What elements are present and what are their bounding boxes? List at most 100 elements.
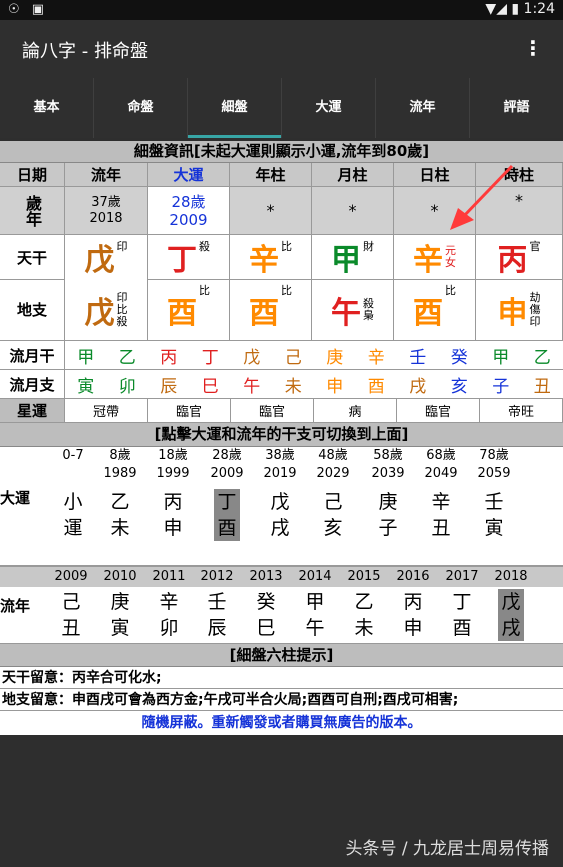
- liunian-column[interactable]: 2018 戊戌: [488, 567, 534, 641]
- liunian-year: 2018: [494, 569, 528, 584]
- dayun-column[interactable]: 18歲 1999 丙申: [150, 447, 196, 541]
- tab-dayun[interactable]: 大運: [282, 78, 376, 138]
- dayun-column[interactable]: 58歲 2039 庚子: [365, 447, 411, 541]
- lym_zhi-char[interactable]: 申: [314, 370, 356, 398]
- dayun-year: 2049: [424, 466, 458, 481]
- tiangan-cell[interactable]: 甲財: [312, 235, 394, 280]
- tab-chart[interactable]: 命盤: [94, 78, 188, 138]
- tiangan-cell[interactable]: 辛比: [230, 235, 312, 280]
- dizhi-cell[interactable]: 戊印比殺: [65, 279, 148, 341]
- lym_gan-char[interactable]: 辛: [356, 341, 398, 369]
- xingyun-cell: 冠帶: [65, 399, 148, 422]
- liunian-gan: 乙: [354, 591, 374, 613]
- liunian-column[interactable]: 2010 庚寅: [97, 567, 143, 641]
- dayun-pillar: 丙申: [160, 489, 186, 541]
- liunian-column[interactable]: 2009 己丑: [48, 567, 94, 641]
- tiangan-cell[interactable]: 丁殺: [148, 235, 230, 280]
- dayun-column[interactable]: 78歲 2059 壬寅: [471, 447, 517, 541]
- lym_zhi-char[interactable]: 辰: [148, 370, 190, 398]
- header-date: 日期: [0, 163, 65, 187]
- liunian-pillar: 甲午: [302, 589, 328, 641]
- liunian-column[interactable]: 2013 癸巳: [243, 567, 289, 641]
- tiangan-cell[interactable]: 戊印: [65, 235, 148, 280]
- ad-banner[interactable]: 隨機屏蔽。重新觸發或者購買無廣告的版本。: [0, 711, 563, 735]
- dizhi-shishen-char: 比: [116, 302, 128, 316]
- dayun-year: 2039: [371, 466, 405, 481]
- tab-liunian[interactable]: 流年: [376, 78, 470, 138]
- dizhi-cell[interactable]: 午殺梟: [312, 279, 394, 341]
- dayun-column[interactable]: 68歲 2049 辛丑: [418, 447, 464, 541]
- lym_gan-char[interactable]: 丙: [148, 341, 190, 369]
- liunian-year: 2014: [298, 569, 332, 584]
- dizhi-shishen-char: 梟: [363, 308, 374, 322]
- liunian-column[interactable]: 2016 丙申: [390, 567, 436, 641]
- dayun-zhi: 戌: [270, 517, 290, 539]
- info-title: 細盤資訊[未起大運則顯示小運,流年到80歲]: [0, 141, 563, 163]
- dayun-pillar: 小運: [60, 489, 86, 541]
- tiangan-tip: 天干留意：丙辛合可化水;: [0, 667, 563, 689]
- lym_gan-char[interactable]: 庚: [314, 341, 356, 369]
- dizhi-cell[interactable]: 酉比: [148, 279, 230, 341]
- dayun-pillar: 戊戌: [267, 489, 293, 541]
- dayun-column[interactable]: 8歲 1989 乙未: [97, 447, 143, 541]
- lym_zhi-char[interactable]: 亥: [439, 370, 481, 398]
- tab-basic[interactable]: 基本: [0, 78, 94, 138]
- dayun-year: 2009: [169, 210, 208, 229]
- tips-title: [細盤六柱提示]: [0, 644, 563, 667]
- dayun-year: 2009: [210, 466, 244, 481]
- dizhi-char: 午: [331, 295, 361, 331]
- status-icons-left: ☉ ▣: [8, 2, 49, 17]
- lym_gan-char[interactable]: 壬: [397, 341, 439, 369]
- status-icons-right: ▼◢ ▮ 1:24: [485, 1, 555, 17]
- lym_zhi-char[interactable]: 午: [231, 370, 273, 398]
- tiangan-cell[interactable]: 丙官: [476, 235, 563, 280]
- tiangan-cell[interactable]: 辛元女: [394, 235, 476, 280]
- liunian-column[interactable]: 2011 辛卯: [146, 567, 192, 641]
- dayun-age: 68歲: [426, 448, 456, 463]
- lym_gan-char[interactable]: 乙: [522, 341, 563, 369]
- dizhi-cell[interactable]: 申劫傷印: [476, 279, 563, 341]
- dayun-column[interactable]: 0-7 小運: [50, 447, 96, 541]
- liunian-gan: 壬: [207, 591, 227, 613]
- lym_gan-char[interactable]: 甲: [65, 341, 107, 369]
- dayun-age: 78歲: [479, 448, 509, 463]
- dayun-age-cell[interactable]: 28歲 2009: [148, 187, 230, 235]
- lym_zhi-char[interactable]: 卯: [107, 370, 149, 398]
- liuyue-zhi-label: 流月支: [0, 370, 65, 398]
- lym_zhi-char[interactable]: 寅: [65, 370, 107, 398]
- dayun-year: 2029: [316, 466, 350, 481]
- dayun-column[interactable]: 48歲 2029 己亥: [310, 447, 356, 541]
- lym_zhi-char[interactable]: 丑: [522, 370, 563, 398]
- lym_gan-char[interactable]: 癸: [439, 341, 481, 369]
- dayun-column[interactable]: 38歲 2019 戊戌: [257, 447, 303, 541]
- tab-review[interactable]: 評語: [470, 78, 563, 138]
- lym_zhi-char[interactable]: 酉: [356, 370, 398, 398]
- liunian-column[interactable]: 2017 丁酉: [439, 567, 485, 641]
- lym_gan-char[interactable]: 戊: [231, 341, 273, 369]
- lym_zhi-char[interactable]: 巳: [190, 370, 232, 398]
- overflow-menu-icon[interactable]: ⋮: [523, 36, 543, 60]
- liunian-column[interactable]: 2012 壬辰: [194, 567, 240, 641]
- liunian-age-cell[interactable]: 37歲 2018: [65, 187, 148, 235]
- dayun-year: 2019: [263, 466, 297, 481]
- tab-detail[interactable]: 細盤: [188, 78, 282, 138]
- dizhi-char: 申: [497, 295, 528, 331]
- lym_gan-char[interactable]: 己: [273, 341, 315, 369]
- dizhi-char: 酉: [249, 295, 279, 331]
- liunian-column[interactable]: 2015 乙未: [341, 567, 387, 641]
- lym_zhi-char[interactable]: 戌: [397, 370, 439, 398]
- status-bar: ☉ ▣ ▼◢ ▮ 1:24: [0, 0, 563, 20]
- liunian-zhi: 寅: [110, 617, 130, 639]
- lym_gan-char[interactable]: 丁: [190, 341, 232, 369]
- xingyun-cell: 病: [314, 399, 397, 422]
- dizhi-cell[interactable]: 酉比: [394, 279, 476, 341]
- lym_gan-char[interactable]: 甲: [480, 341, 522, 369]
- lym_zhi-char[interactable]: 未: [273, 370, 315, 398]
- dizhi-shishen: 比: [199, 284, 210, 297]
- dayun-pillar: 庚子: [375, 489, 401, 541]
- liunian-column[interactable]: 2014 甲午: [292, 567, 338, 641]
- lym_zhi-char[interactable]: 子: [480, 370, 522, 398]
- lym_gan-char[interactable]: 乙: [107, 341, 149, 369]
- dayun-column[interactable]: 28歲 2009 丁酉: [204, 447, 250, 541]
- dizhi-cell[interactable]: 酉比: [230, 279, 312, 341]
